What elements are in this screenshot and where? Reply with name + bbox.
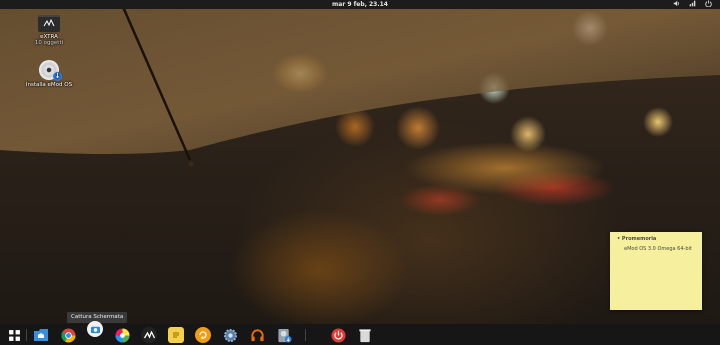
installer-icon[interactable] [276, 327, 292, 343]
sticky-note[interactable]: • Promemoria eMod OS 3.0 Omega 64-bit [610, 232, 702, 310]
desktop-icon-install[interactable]: ↓ Installa eMod OS [19, 60, 79, 88]
power-icon[interactable] [705, 0, 712, 10]
chrome-icon[interactable] [60, 327, 76, 343]
sticky-note-title: • Promemoria [617, 236, 657, 242]
notes-icon[interactable] [168, 327, 184, 343]
file-manager-icon[interactable] [33, 327, 49, 343]
system-tray[interactable] [673, 0, 712, 10]
screenshot-icon[interactable] [87, 321, 103, 337]
sticky-note-body[interactable]: eMod OS 3.0 Omega 64-bit [624, 246, 692, 252]
volume-icon[interactable] [673, 0, 680, 10]
install-disc-icon: ↓ [39, 60, 62, 81]
desktop-icon-sublabel: 10 oggetti [34, 40, 64, 46]
trash-icon[interactable] [357, 327, 373, 343]
settings-icon[interactable] [222, 327, 238, 343]
dock [0, 321, 720, 345]
headphones-icon[interactable] [249, 327, 265, 343]
network-icon[interactable] [689, 0, 696, 10]
app-grid-icon[interactable] [6, 327, 22, 343]
clock[interactable]: mar 9 feb, 23.14 [0, 0, 720, 9]
folder-icon [38, 15, 60, 32]
software-update-icon[interactable] [195, 327, 211, 343]
dock-separator [26, 329, 27, 341]
color-picker-icon[interactable] [114, 327, 130, 343]
desktop-icon-label: Installa eMod OS [25, 82, 73, 88]
emod-icon[interactable] [141, 327, 157, 343]
top-panel: mar 9 feb, 23.14 [0, 0, 720, 9]
desktop-icon-extra[interactable]: eXTRA 10 oggetti [19, 15, 79, 46]
dock-separator [305, 329, 306, 341]
power-icon[interactable] [330, 327, 346, 343]
